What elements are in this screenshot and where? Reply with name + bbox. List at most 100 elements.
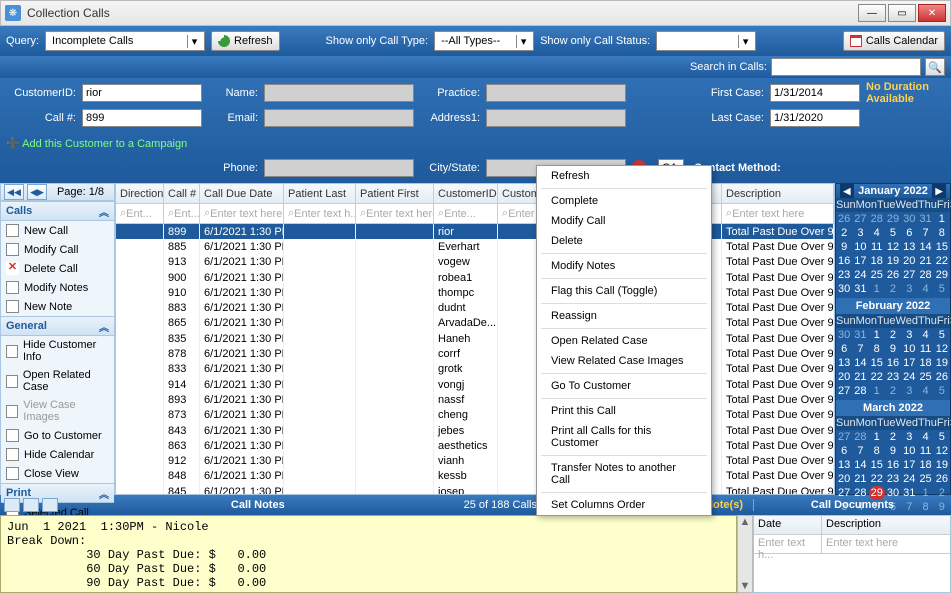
calendar-day[interactable]: 10 [852, 240, 868, 254]
table-row[interactable]: 9126/1/2021 1:30 PMvianhTotal Past Due O… [116, 453, 834, 468]
calendar-day[interactable]: 2 [934, 486, 950, 500]
calendar-day[interactable]: 12 [885, 240, 901, 254]
filter-2[interactable]: ⌕ Enter text here [200, 204, 284, 223]
filter-1[interactable]: ⌕ Ent... [164, 204, 200, 223]
calendar-day[interactable]: 14 [852, 458, 868, 472]
calendar-day[interactable]: 10 [901, 444, 917, 458]
notes-scrollbar[interactable]: ▲▼ [737, 515, 753, 593]
call-type-combo[interactable]: --All Types--▾ [434, 31, 534, 51]
calendar-day[interactable]: 26 [934, 370, 950, 384]
col-description[interactable]: Description [722, 184, 834, 203]
calendar-day[interactable]: 29 [934, 268, 950, 282]
calendar-day[interactable]: 9 [885, 342, 901, 356]
calendar-day[interactable]: 21 [852, 472, 868, 486]
calendar-day[interactable]: 7 [917, 226, 933, 240]
calendar-day[interactable]: 2 [885, 384, 901, 398]
calendar-day[interactable]: 20 [836, 472, 852, 486]
calendar-day[interactable]: 3 [852, 226, 868, 240]
calendar-day[interactable]: 1 [869, 384, 885, 398]
filter-5[interactable]: ⌕ Ente... [434, 204, 498, 223]
table-row[interactable]: 8736/1/2021 1:30 PMchengTotal Past Due O… [116, 408, 834, 423]
calendar-day[interactable]: 4 [869, 226, 885, 240]
calendar-day[interactable]: 1 [934, 212, 950, 226]
filter-0[interactable]: ⌕ Ent... [116, 204, 164, 223]
calendar-day[interactable]: 31 [917, 212, 933, 226]
calendar-day[interactable]: 16 [885, 458, 901, 472]
call-status-combo[interactable]: ▾ [656, 31, 756, 51]
sidebar-item-hide-customer-info[interactable]: Hide Customer Info [1, 336, 114, 366]
sidebar-item-view-case-images[interactable]: View Case Images [1, 396, 114, 426]
sidebar-item-new-call[interactable]: New Call [1, 221, 114, 240]
calendar-day[interactable]: 24 [852, 268, 868, 282]
lastcase-input[interactable] [770, 109, 860, 127]
calendar-day[interactable]: 29 [869, 486, 885, 500]
practice-input[interactable] [486, 84, 626, 102]
sidebar-item-close-view[interactable]: Close View [1, 464, 114, 483]
calendar-day[interactable]: 11 [869, 240, 885, 254]
calendar-day[interactable]: 4 [917, 384, 933, 398]
calendar-day[interactable]: 5 [934, 384, 950, 398]
calendar-day[interactable]: 8 [869, 444, 885, 458]
table-row[interactable]: 8996/1/2021 1:30 PMriorTotal Past Due Ov… [116, 224, 834, 239]
calendar-day[interactable]: 20 [901, 254, 917, 268]
calendar-day[interactable]: 12 [934, 444, 950, 458]
calendar-day[interactable]: 28 [869, 212, 885, 226]
chevron-down-icon[interactable]: ▾ [187, 35, 201, 48]
chevron-down-icon[interactable]: ▾ [516, 35, 530, 48]
table-row[interactable]: 8486/1/2021 1:30 PMkessbTotal Past Due O… [116, 469, 834, 484]
table-row[interactable]: 9146/1/2021 1:30 PMvongjTotal Past Due O… [116, 377, 834, 392]
calendar-day[interactable]: 5 [934, 282, 950, 296]
notes-tool-2[interactable] [23, 498, 39, 512]
calendar-day[interactable]: 5 [885, 226, 901, 240]
calendar-day[interactable]: 3 [901, 384, 917, 398]
calendar-day[interactable]: 27 [836, 430, 852, 444]
calendar-day[interactable]: 23 [836, 268, 852, 282]
col-patient-last[interactable]: Patient Last [284, 184, 356, 203]
calendar-day[interactable]: 5 [934, 328, 950, 342]
calendar-day[interactable]: 22 [934, 254, 950, 268]
calendar-day[interactable]: 24 [901, 370, 917, 384]
table-row[interactable]: 8656/1/2021 1:30 PMArvadaDe...Total Past… [116, 316, 834, 331]
table-row[interactable]: 8856/1/2021 1:30 PMEverhartTotal Past Du… [116, 239, 834, 254]
calendar-day[interactable]: 26 [836, 212, 852, 226]
address1-input[interactable] [486, 109, 626, 127]
menu-print-this-call[interactable]: Print this Call [537, 401, 711, 421]
calendar-day[interactable]: 29 [885, 212, 901, 226]
calendar-day[interactable]: 16 [885, 356, 901, 370]
calendar-day[interactable]: 4 [917, 430, 933, 444]
menu-set-columns-order[interactable]: Set Columns Order [537, 495, 711, 515]
calendar-day[interactable]: 31 [852, 282, 868, 296]
table-row[interactable]: 8936/1/2021 1:30 PMnassfTotal Past Due O… [116, 392, 834, 407]
calendar-day[interactable]: 6 [901, 226, 917, 240]
sidebar-item-go-to-customer[interactable]: Go to Customer [1, 426, 114, 445]
calendar-day[interactable]: 9 [885, 444, 901, 458]
calendar-day[interactable]: 20 [836, 370, 852, 384]
calendar-day[interactable]: 28 [852, 430, 868, 444]
calendar-day[interactable]: 15 [869, 458, 885, 472]
calendar-day[interactable]: 19 [934, 356, 950, 370]
minimize-button[interactable]: — [858, 4, 886, 22]
calendar-day[interactable]: 3 [901, 328, 917, 342]
calendar-day[interactable]: 7 [852, 444, 868, 458]
calendar-day[interactable]: 6 [836, 342, 852, 356]
menu-complete[interactable]: Complete [537, 191, 711, 211]
close-button[interactable]: ✕ [918, 4, 946, 22]
filter-9[interactable]: ⌕ Enter text here [722, 204, 834, 223]
calendar-day[interactable]: 22 [869, 370, 885, 384]
col-patient-first[interactable]: Patient First [356, 184, 434, 203]
calendar-day[interactable]: 25 [917, 370, 933, 384]
search-button[interactable]: 🔍 [925, 58, 945, 76]
calendar-day[interactable]: 2 [885, 328, 901, 342]
calendar-day[interactable]: 25 [869, 268, 885, 282]
calendar-day[interactable]: 19 [885, 254, 901, 268]
calendar-day[interactable]: 26 [934, 472, 950, 486]
chevron-up-icon[interactable]: ︽ [99, 319, 109, 334]
calendar-day[interactable]: 19 [934, 458, 950, 472]
sidebar-item-hide-calendar[interactable]: Hide Calendar [1, 445, 114, 464]
calendar-day[interactable]: 18 [917, 356, 933, 370]
email-input[interactable] [264, 109, 414, 127]
docs-col-date[interactable]: Date [754, 516, 822, 534]
calendar-day[interactable]: 31 [852, 328, 868, 342]
calendar-day[interactable]: 26 [885, 268, 901, 282]
calendar-day[interactable]: 30 [885, 486, 901, 500]
